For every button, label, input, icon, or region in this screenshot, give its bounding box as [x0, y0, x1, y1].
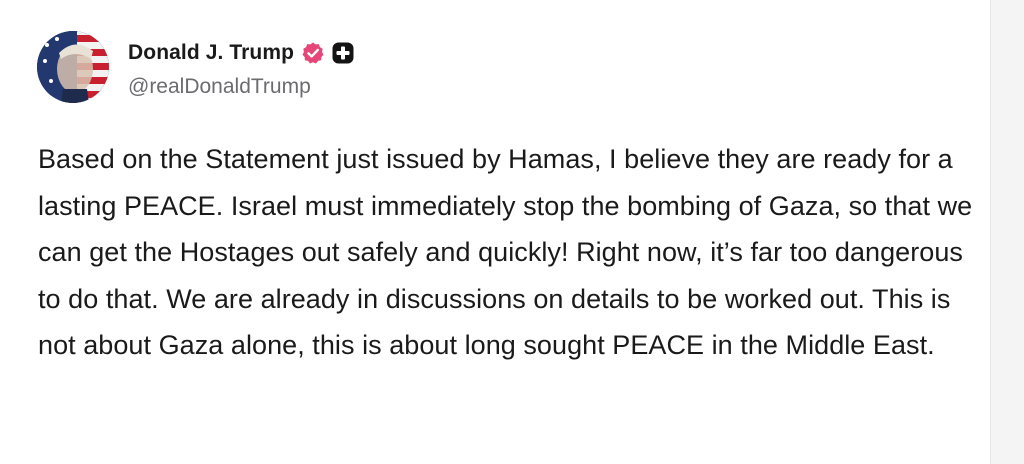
author-display-name[interactable]: Donald J. Trump [128, 41, 294, 65]
avatar[interactable] [37, 31, 109, 103]
avatar-image [37, 31, 109, 103]
author-handle[interactable]: @realDonaldTrump [128, 75, 311, 99]
verified-badge-icon [301, 41, 325, 65]
plus-badge-icon [331, 41, 355, 65]
author-name-row: Donald J. Trump [128, 38, 355, 68]
post-card: Donald J. Trump @realDonaldTrump Based o… [0, 0, 991, 464]
post-text: Based on the Statement just issued by Ha… [38, 144, 973, 360]
